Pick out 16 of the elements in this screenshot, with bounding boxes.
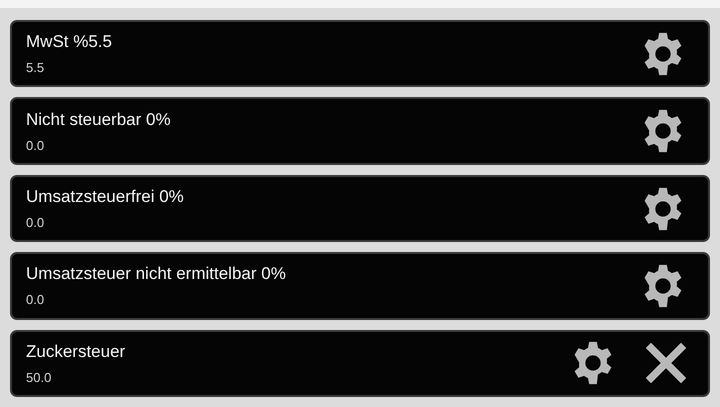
tax-rate-name: Nicht steuerbar 0%	[26, 110, 172, 130]
tax-rate-value: 5.5	[26, 60, 46, 76]
tax-rate-card[interactable]: MwSt %5.5 5.5	[10, 20, 710, 88]
tax-rate-card[interactable]: Zuckersteuer 50.0	[10, 330, 710, 398]
tax-rate-name: Umsatzsteuer nicht ermittelbar 0%	[26, 264, 287, 284]
tax-rate-value: 0.0	[26, 292, 46, 308]
tax-rate-value: 50.0	[26, 370, 52, 385]
tax-rate-name: Zuckersteuer	[26, 342, 126, 362]
tax-rate-card[interactable]: Nicht steuerbar 0% 0.0	[10, 97, 710, 165]
tax-rate-card[interactable]: Umsatzsteuer nicht ermittelbar 0% 0.0	[10, 252, 710, 320]
tax-rate-card[interactable]: Umsatzsteuerfrei 0% 0.0	[10, 174, 710, 242]
tax-rate-value: 0.0	[26, 138, 46, 153]
tax-rate-value: 0.0	[26, 215, 46, 230]
tax-rate-name: MwSt %5.5	[26, 32, 113, 52]
close-icon[interactable]	[646, 343, 686, 384]
tax-rate-name: Umsatzsteuerfrei 0%	[26, 187, 185, 208]
